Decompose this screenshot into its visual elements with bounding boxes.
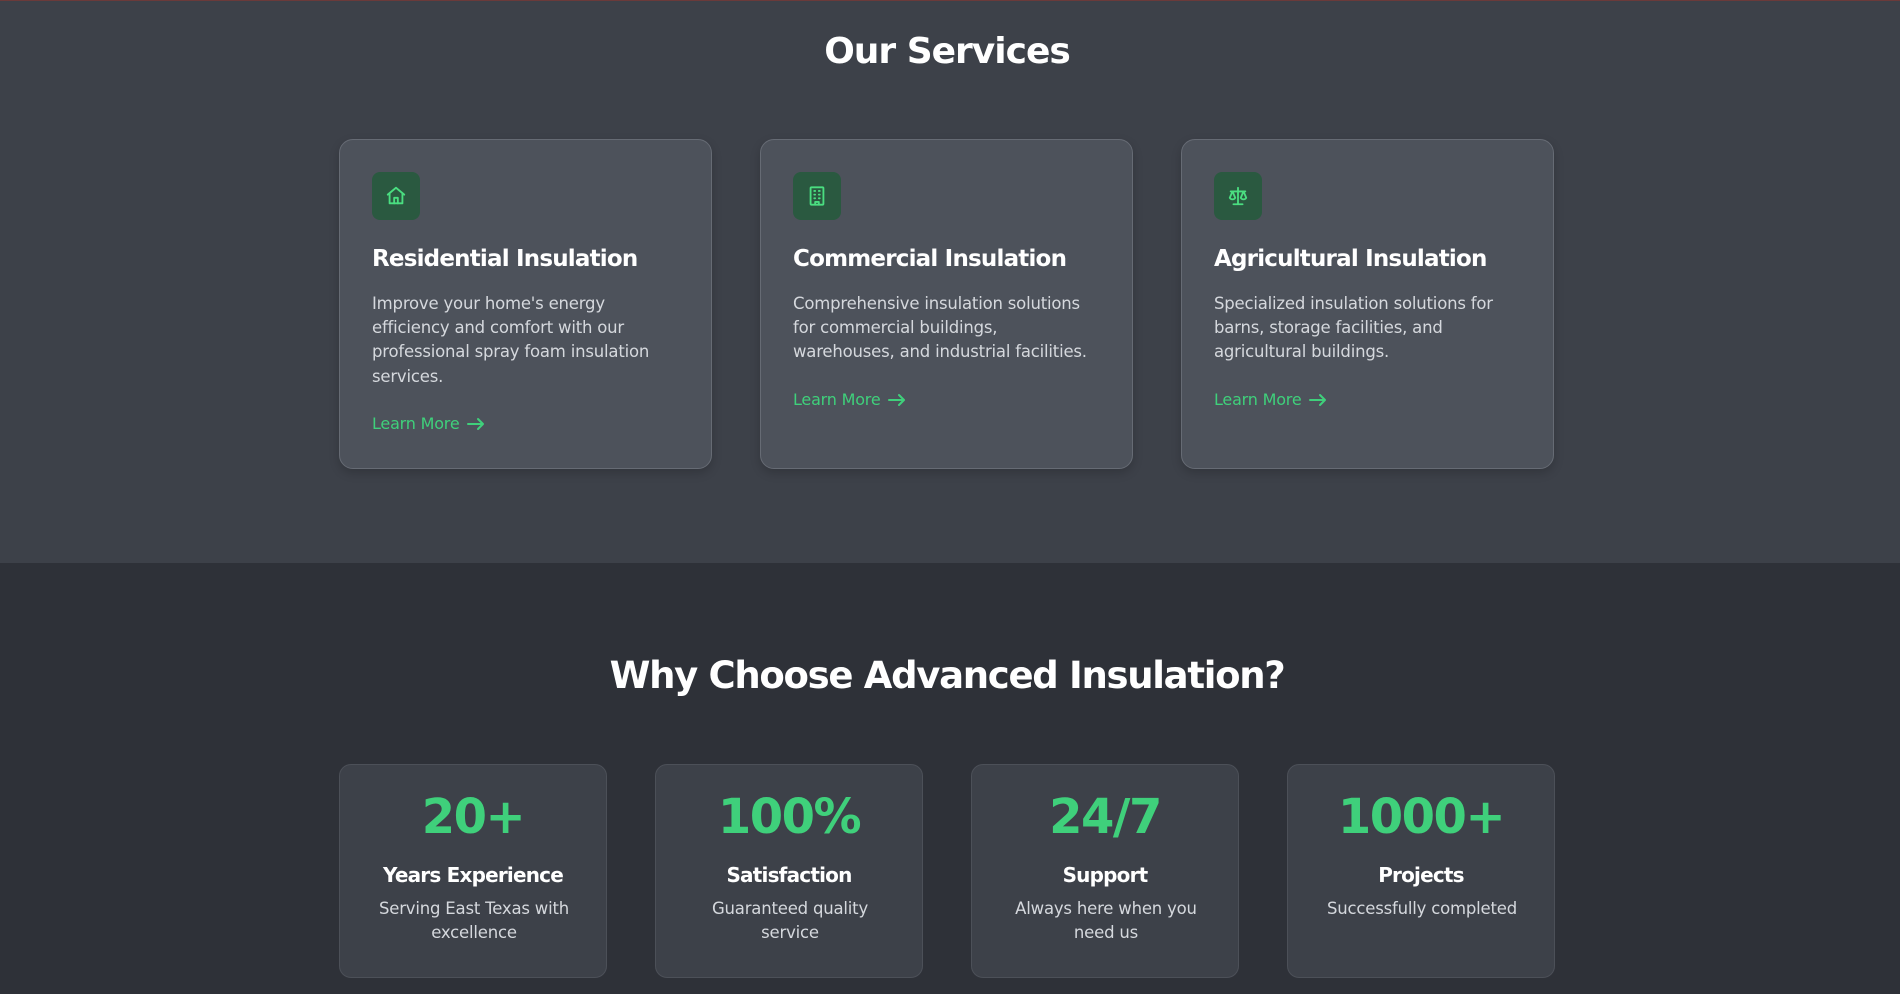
arrow-right-icon: [467, 417, 485, 430]
stat-description: Guaranteed quality service: [711, 899, 869, 943]
stat-card-experience: 20+ Years Experience Serving East Texas …: [339, 764, 607, 978]
stat-label: Support: [1062, 863, 1149, 887]
service-description: Comprehensive insulation solutions for c…: [793, 294, 1087, 362]
stat-card-projects: 1000+ Projects Successfully completed: [1287, 764, 1555, 978]
stat-label: Satisfaction: [726, 863, 852, 887]
service-card-agricultural: Agricultural Insulation Specialized insu…: [1181, 139, 1554, 469]
arrow-right-icon: [888, 393, 906, 406]
learn-more-label: Learn More: [793, 390, 881, 409]
stat-value: 20+: [421, 789, 526, 845]
services-heading: Our Services: [824, 31, 1071, 72]
why-choose-heading: Why Choose Advanced Insulation?: [609, 654, 1286, 697]
service-card-residential: Residential Insulation Improve your home…: [339, 139, 712, 469]
stat-value: 24/7: [1049, 789, 1162, 845]
stat-card-satisfaction: 100% Satisfaction Guaranteed quality ser…: [655, 764, 923, 978]
stat-value: 100%: [717, 789, 862, 845]
stat-description: Successfully completed: [1326, 899, 1517, 918]
service-card-commercial: Commercial Insulation Comprehensive insu…: [760, 139, 1133, 469]
stat-label: Projects: [1378, 863, 1464, 887]
services-section: Our Services Residential Insulation Impr…: [0, 0, 1900, 563]
service-description: Specialized insulation solutions for bar…: [1214, 294, 1493, 362]
building-icon: [793, 172, 841, 220]
stat-card-support: 24/7 Support Always here when you need u…: [971, 764, 1239, 978]
service-title: Residential Insulation: [372, 246, 638, 272]
home-icon: [372, 172, 420, 220]
service-title: Commercial Insulation: [793, 246, 1067, 272]
stat-description: Serving East Texas with excellence: [378, 899, 570, 943]
arrow-right-icon: [1309, 393, 1327, 406]
learn-more-link[interactable]: Learn More: [372, 414, 485, 433]
learn-more-link[interactable]: Learn More: [793, 390, 906, 409]
stat-value: 1000+: [1337, 789, 1506, 845]
stat-label: Years Experience: [382, 863, 564, 887]
learn-more-label: Learn More: [1214, 390, 1302, 409]
service-description: Improve your home's energy efficiency an…: [372, 294, 650, 386]
scale-icon: [1214, 172, 1262, 220]
stat-description: Always here when you need us: [1015, 899, 1197, 943]
learn-more-link[interactable]: Learn More: [1214, 390, 1327, 409]
service-title: Agricultural Insulation: [1214, 246, 1487, 272]
learn-more-label: Learn More: [372, 414, 460, 433]
